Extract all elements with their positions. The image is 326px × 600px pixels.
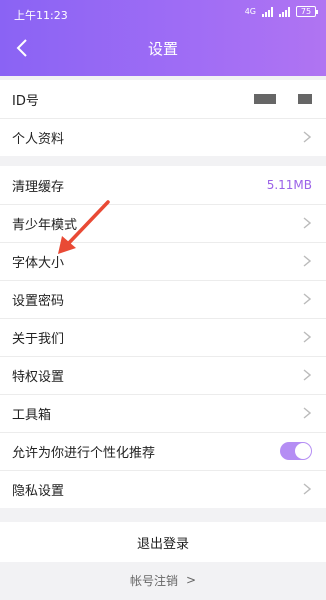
chevron-right-icon xyxy=(302,130,312,144)
row-about-us[interactable]: 关于我们 xyxy=(0,318,326,356)
row-profile[interactable]: 个人资料 xyxy=(0,118,326,156)
status-icons: 4G 75 xyxy=(244,6,318,17)
row-id-label: ID号 xyxy=(12,93,39,109)
chevron-right-icon xyxy=(302,406,312,420)
chevron-right-icon xyxy=(302,216,312,230)
row-set-password-label: 设置密码 xyxy=(12,293,65,309)
chevron-right-icon xyxy=(302,368,312,382)
cache-size-value: 5.11MB xyxy=(266,178,312,192)
row-toolbox-label: 工具箱 xyxy=(12,407,52,423)
cancel-account-link[interactable]: 帐号注销 > xyxy=(0,566,326,594)
chevron-right-icon xyxy=(302,292,312,306)
chevron-right-icon xyxy=(302,330,312,344)
network-label: 4G xyxy=(244,6,256,16)
status-bar: 上午11:23 4G 75 xyxy=(0,0,326,26)
wifi-signal-icon xyxy=(279,6,290,17)
chevron-right-icon xyxy=(302,482,312,496)
row-font-size[interactable]: 字体大小 xyxy=(0,242,326,280)
status-time: 上午11:23 xyxy=(14,9,68,22)
row-youth-mode[interactable]: 青少年模式 xyxy=(0,204,326,242)
row-toolbox[interactable]: 工具箱 xyxy=(0,394,326,432)
signal-icon xyxy=(262,6,273,17)
row-clear-cache[interactable]: 清理缓存 5.11MB xyxy=(0,166,326,204)
nav-bar: 设置 xyxy=(0,26,326,70)
row-privacy-settings[interactable]: 隐私设置 xyxy=(0,470,326,508)
row-clear-cache-label: 清理缓存 xyxy=(12,179,65,195)
chevron-right-icon: > xyxy=(185,573,197,587)
logout-button[interactable]: 退出登录 xyxy=(0,522,326,562)
row-profile-label: 个人资料 xyxy=(12,131,65,147)
row-about-us-label: 关于我们 xyxy=(12,331,65,347)
row-privilege-settings[interactable]: 特权设置 xyxy=(0,356,326,394)
row-personalized-recommend: 允许为你进行个性化推荐 xyxy=(0,432,326,470)
annotation-arrow-icon xyxy=(58,200,110,254)
chevron-right-icon xyxy=(302,254,312,268)
row-set-password[interactable]: 设置密码 xyxy=(0,280,326,318)
row-privilege-settings-label: 特权设置 xyxy=(12,369,65,385)
row-personalized-recommend-label: 允许为你进行个性化推荐 xyxy=(12,445,156,461)
id-value-masked xyxy=(254,94,312,104)
page-title: 设置 xyxy=(147,40,178,58)
toggle-knob xyxy=(295,443,311,459)
battery-level: 75 xyxy=(300,7,312,16)
row-privacy-settings-label: 隐私设置 xyxy=(12,483,65,499)
cancel-account-label: 帐号注销 xyxy=(129,573,178,588)
header: 上午11:23 4G 75 设置 xyxy=(0,0,326,76)
settings-card: 清理缓存 5.11MB 青少年模式 字体大小 设置密码 关于我们 特权设置 工具… xyxy=(0,166,326,508)
personalized-recommend-toggle[interactable] xyxy=(280,442,312,460)
battery-icon: 75 xyxy=(296,6,318,17)
row-id: ID号 xyxy=(0,80,326,118)
account-card: ID号 个人资料 xyxy=(0,80,326,156)
